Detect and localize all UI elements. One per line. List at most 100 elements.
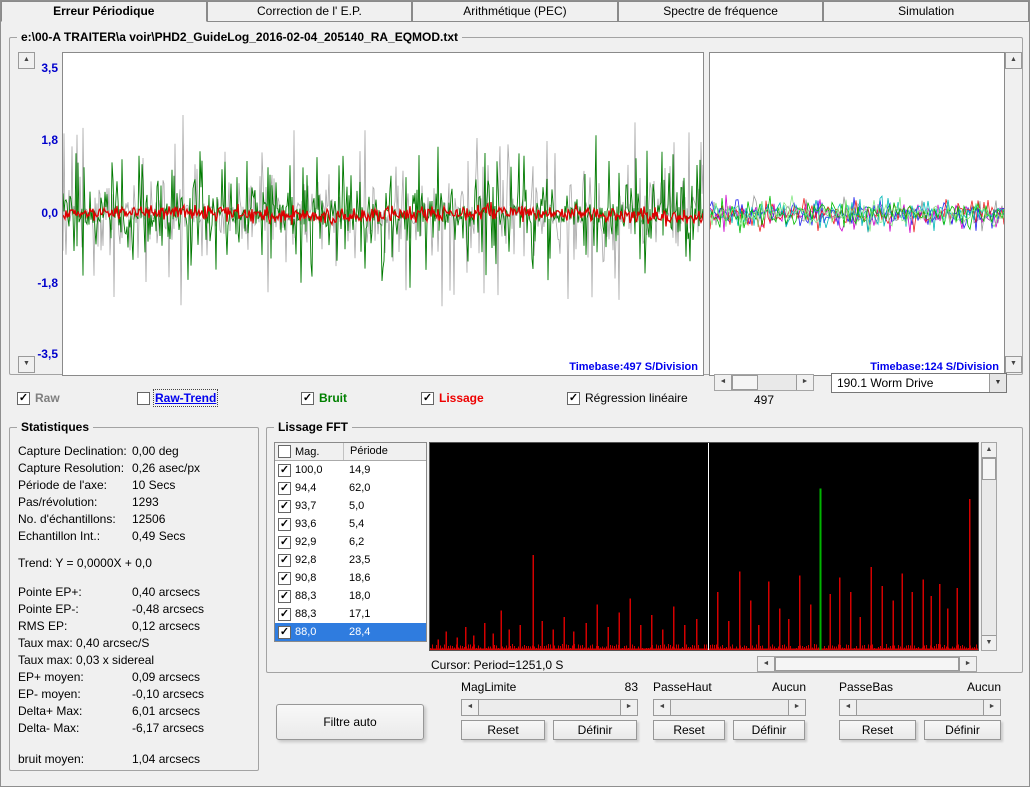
scroll-right-icon[interactable]: ► (796, 375, 813, 390)
y-tick-label: 1,8 (41, 133, 58, 147)
stat-row: EP- moyen: -0,10 arcsecs (10, 687, 258, 704)
checkbox-bruit[interactable]: ✓ Bruit (301, 391, 347, 405)
fft-hscroll-thumb[interactable] (775, 657, 959, 671)
checkbox-lissage[interactable]: ✓ Lissage (421, 391, 484, 405)
row-checkbox[interactable]: ✓ (278, 463, 291, 477)
stat-label: Taux max: 0,03 x sidereal (18, 653, 155, 667)
fft-table-body: ✓ 100,0 14,9 ✓ 94,4 62,0 ✓ 93,7 5,0 ✓ 93,6 5,4 ✓ 92,9… (275, 461, 426, 641)
scroll-left-icon[interactable]: ◄ (715, 375, 732, 390)
stat-row: Trend: Y = 0,0000X + 0,0 (10, 556, 258, 573)
fft-table-row[interactable]: ✓ 94,4 62,0 (275, 479, 426, 497)
filtre-auto-button[interactable]: Filtre auto (276, 704, 424, 740)
row-checkbox[interactable]: ✓ (278, 607, 291, 621)
reset-button-maglimite[interactable]: Reset (461, 720, 545, 740)
scroll-left-icon[interactable]: ◄ (758, 657, 775, 671)
cycle-scale-up-button[interactable]: ▲ (1005, 52, 1022, 69)
fft-table-row[interactable]: ✓ 88,0 28,4 (275, 623, 426, 641)
spinner-left-icon[interactable]: ◄ (462, 700, 479, 715)
scroll-up-icon[interactable]: ▲ (982, 443, 996, 458)
mag-value: 94,4 (295, 482, 317, 494)
row-checkbox[interactable]: ✓ (278, 481, 291, 495)
checkbox-box-icon[interactable]: ✓ (421, 391, 434, 405)
fft-table-header[interactable]: Mag. Période (275, 443, 426, 461)
checkbox-r-gression-lin-aire[interactable]: ✓ Régression linéaire (567, 391, 688, 405)
row-checkbox[interactable]: ✓ (278, 625, 291, 639)
fft-table-row[interactable]: ✓ 92,8 23,5 (275, 551, 426, 569)
stat-label: RMS EP: (18, 619, 68, 633)
y-tick-label: 0,0 (41, 206, 58, 220)
fft-vertical-scrollbar[interactable]: ▲ ▼ (981, 442, 997, 651)
fft-table-row[interactable]: ✓ 90,8 18,6 (275, 569, 426, 587)
stat-label: Echantillon Int.: (18, 529, 101, 543)
filter-spinner-maglimite[interactable]: ◄ ► (461, 699, 638, 716)
spinner-right-icon[interactable]: ► (788, 700, 805, 715)
spinner-track[interactable] (671, 700, 788, 715)
tab-correction-de-l-e-p[interactable]: Correction de l' E.P. (206, 1, 413, 22)
tab-arithm-tique-pec[interactable]: Arithmétique (PEC) (412, 1, 618, 22)
fft-cursor-readout: Cursor: Period=1251,0 S (431, 658, 564, 672)
spinner-left-icon[interactable]: ◄ (654, 700, 671, 715)
reset-button-passehaut[interactable]: Reset (653, 720, 725, 740)
tab-simulation[interactable]: Simulation (823, 1, 1029, 22)
spinner-track[interactable] (479, 700, 620, 715)
stat-value: 0,26 asec/px (132, 461, 201, 475)
stat-value: -0,48 arcsecs (132, 602, 205, 616)
checkbox-box-icon[interactable]: ✓ (301, 391, 314, 405)
checkbox-raw-trend[interactable]: Raw-Trend (137, 389, 219, 407)
definir-button-passebas[interactable]: Définir (924, 720, 1001, 740)
scroll-down-icon[interactable]: ▼ (982, 635, 996, 650)
period-value: 5,0 (349, 500, 365, 512)
reset-button-passebas[interactable]: Reset (839, 720, 916, 740)
fft-table-row[interactable]: ✓ 92,9 6,2 (275, 533, 426, 551)
scroll-right-icon[interactable]: ► (959, 657, 976, 671)
checkbox-box-icon[interactable] (137, 391, 150, 405)
worm-cycle-chart[interactable]: Timebase:124 S/Division (709, 52, 1005, 376)
statistics-groupbox: Statistiques Capture Declination: 0,00 de… (9, 420, 259, 771)
tab-erreur-p-riodique[interactable]: Erreur Périodique (1, 1, 207, 22)
fft-spectrum-chart[interactable] (429, 442, 979, 651)
checkbox-box-icon[interactable]: ✓ (17, 391, 30, 405)
chevron-down-icon[interactable]: ▼ (989, 374, 1006, 392)
definir-button-passehaut[interactable]: Définir (733, 720, 805, 740)
cycle-scale-down-button[interactable]: ▼ (1005, 356, 1022, 373)
spinner-right-icon[interactable]: ► (620, 700, 637, 715)
spinner-track[interactable] (857, 700, 983, 715)
fft-table-row[interactable]: ✓ 93,6 5,4 (275, 515, 426, 533)
select-all-checkbox[interactable] (278, 445, 291, 458)
row-checkbox[interactable]: ✓ (278, 589, 291, 603)
row-checkbox[interactable]: ✓ (278, 553, 291, 567)
scrollbar-thumb[interactable] (732, 375, 758, 390)
cycle-scrollbar[interactable]: ◄ ► (714, 374, 814, 391)
definir-button-maglimite[interactable]: Définir (553, 720, 637, 740)
row-checkbox[interactable]: ✓ (278, 517, 291, 531)
fft-vscroll-thumb[interactable] (982, 458, 996, 480)
checkbox-raw[interactable]: ✓ Raw (17, 391, 60, 405)
row-checkbox[interactable]: ✓ (278, 499, 291, 513)
mag-value: 93,6 (295, 518, 317, 530)
stat-value: 0,09 arcsecs (132, 670, 201, 684)
stat-row: Pointe EP+: 0,40 arcsecs (10, 585, 258, 602)
pe-trace-chart[interactable]: Timebase:497 S/Division (62, 52, 704, 376)
checkbox-box-icon[interactable]: ✓ (567, 391, 580, 405)
spinner-right-icon[interactable]: ► (983, 700, 1000, 715)
row-checkbox[interactable]: ✓ (278, 535, 291, 549)
fft-table-row[interactable]: ✓ 88,3 18,0 (275, 587, 426, 605)
mag-value: 90,8 (295, 572, 317, 584)
row-checkbox[interactable]: ✓ (278, 571, 291, 585)
scrollbar-track[interactable] (758, 375, 796, 390)
worm-drive-select[interactable]: 190.1 Worm Drive ▼ (831, 373, 1007, 393)
stat-label: Période de l'axe: (18, 478, 108, 492)
filter-spinner-passebas[interactable]: ◄ ► (839, 699, 1001, 716)
fft-table-row[interactable]: ✓ 100,0 14,9 (275, 461, 426, 479)
period-value: 18,6 (349, 572, 371, 584)
tab-spectre-de-fr-quence[interactable]: Spectre de fréquence (617, 1, 824, 22)
stat-value: 1,04 arcsecs (132, 752, 201, 766)
stat-label: Pointe EP-: (18, 602, 79, 616)
spinner-left-icon[interactable]: ◄ (840, 700, 857, 715)
stat-row: bruit moyen: 1,04 arcsecs (10, 752, 258, 769)
fft-table-row[interactable]: ✓ 88,3 17,1 (275, 605, 426, 623)
file-path-label: e:\00-A TRAITER\a voir\PHD2_GuideLog_201… (17, 30, 463, 44)
fft-horizontal-scrollbar[interactable]: ◄ ► (757, 656, 977, 672)
filter-spinner-passehaut[interactable]: ◄ ► (653, 699, 806, 716)
fft-table-row[interactable]: ✓ 93,7 5,0 (275, 497, 426, 515)
